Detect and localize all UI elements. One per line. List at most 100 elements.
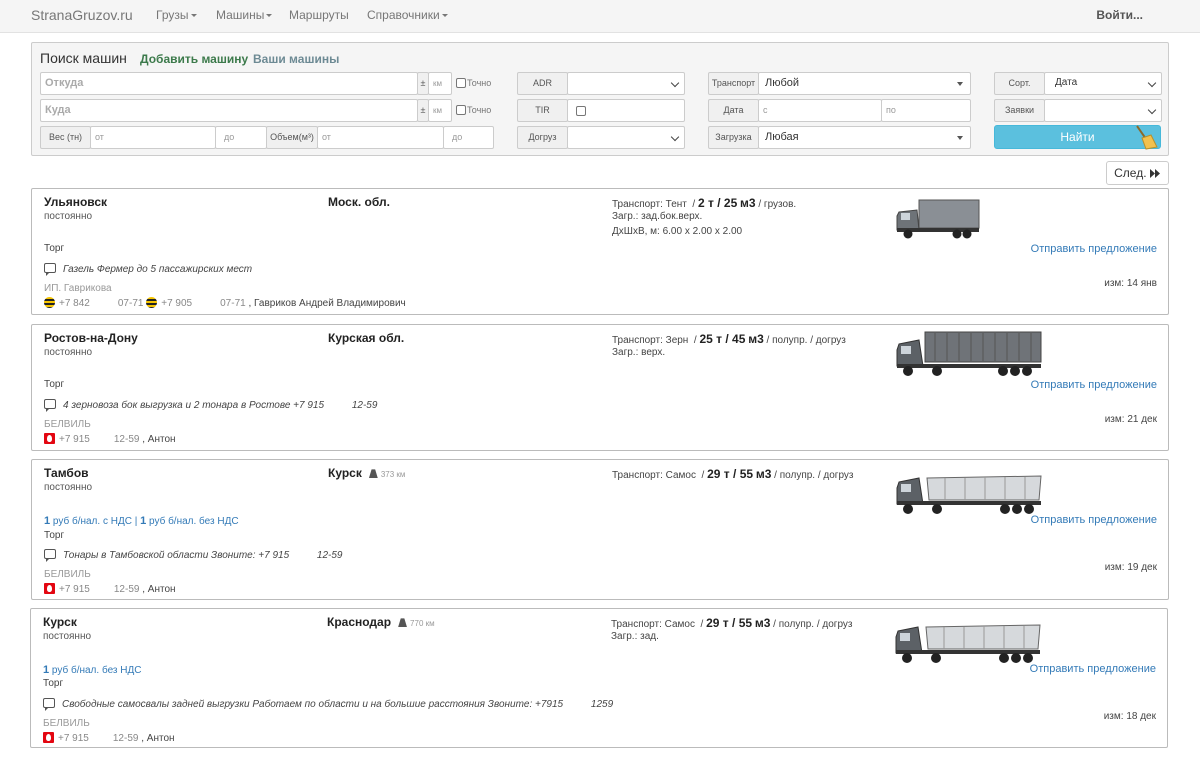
volume-to-input[interactable]: до (443, 126, 494, 149)
company-name[interactable]: БЕЛВИЛЬ (43, 718, 90, 729)
tir-checkbox[interactable] (576, 106, 586, 116)
chevron-down-icon (266, 14, 273, 18)
broom-clear-icon[interactable] (1134, 124, 1158, 150)
from-exact-checkbox[interactable]: Точно (453, 72, 494, 95)
brand-logo-link[interactable]: StranaGruzov.ru (31, 7, 133, 23)
sort-value: Дата (1055, 77, 1078, 88)
chevron-down-icon (441, 14, 448, 18)
comment-icon (44, 399, 56, 412)
chevron-down-icon (1147, 105, 1157, 115)
company-name[interactable]: БЕЛВИЛЬ (44, 419, 91, 430)
loading-value: Любая (765, 131, 799, 143)
send-offer-link[interactable]: Отправить предложение (1031, 243, 1157, 255)
contact-phones: +7 842 07-71 +7 905 07-71 , Гавриков Андре… (44, 297, 406, 309)
capacity-weight: 25 т (699, 332, 723, 346)
price-terms: руб б/нал. без НДС (49, 665, 142, 676)
loading-select[interactable]: Любая (758, 126, 971, 149)
origin-city: Ульяновск (44, 195, 108, 209)
price-info: 1 руб б/нал. с НДС | 1 руб б/нал. без НД… (44, 515, 239, 527)
nav-trucks-label: Машины (216, 8, 265, 22)
route-distance: 770 км (410, 619, 435, 628)
dump-truck-icon (896, 475, 1042, 514)
destination-name: Курск (328, 466, 362, 480)
tir-checkbox-field[interactable] (567, 99, 685, 122)
loading-type: Загр.: зад. (611, 631, 659, 642)
changed-date: изм: 21 дек (1104, 414, 1157, 425)
km-placeholder: км (433, 79, 442, 88)
search-panel: Поиск машин Добавить машину Ваши машины … (31, 42, 1169, 156)
dogruz-select[interactable] (567, 126, 685, 149)
price-negotiable: Торг (43, 678, 64, 689)
date-to-input[interactable]: по (881, 99, 971, 122)
loading-type: Загр.: верх. (612, 347, 666, 358)
send-offer-link[interactable]: Отправить предложение (1030, 663, 1156, 675)
to-input[interactable]: Куда (40, 99, 418, 122)
company-name[interactable]: ИП. Гаврикова (44, 283, 112, 294)
contact-phones: +7 915 12-59 , Антон (44, 583, 176, 595)
exact-checkbox-box[interactable] (456, 105, 466, 115)
nav-trucks[interactable]: Машины (216, 8, 273, 22)
phone-suffix: 12-59 (113, 584, 140, 595)
capacity-volume: 55 (738, 616, 753, 630)
road-icon (398, 618, 408, 628)
exact-label: Точно (467, 105, 492, 115)
exact-checkbox-box[interactable] (456, 78, 466, 88)
adr-select[interactable] (567, 72, 685, 95)
transport-info: Транспорт: Самос / 29 т / 55 м3 / полупр… (611, 616, 853, 630)
listing-note: 4 зерновоза бок выгрузка и 2 тонара в Ро… (44, 399, 378, 412)
to-exact-checkbox[interactable]: Точно (453, 99, 494, 122)
transport-info: Транспорт: Зерн / 25 т / 45 м3 / полупр.… (612, 332, 846, 346)
send-offer-link[interactable]: Отправить предложение (1031, 379, 1157, 391)
contact-phones: +7 915 12-59 , Антон (44, 433, 176, 445)
login-link[interactable]: Войти... (1096, 8, 1143, 22)
transport-select[interactable]: Любой (758, 72, 971, 95)
volume-from-input[interactable]: от (317, 126, 444, 149)
send-offer-link[interactable]: Отправить предложение (1031, 514, 1157, 526)
phone-number: +7 915 (59, 434, 90, 445)
to-radius-input[interactable]: км (428, 99, 452, 122)
next-page-button[interactable]: След. (1106, 161, 1169, 185)
sort-select[interactable]: Дата (1044, 72, 1162, 95)
contact-name: , Антон (142, 584, 176, 595)
weight-from-placeholder: от (95, 132, 104, 142)
top-navbar: StranaGruzov.ru Грузы Машины Маршруты Сп… (0, 0, 1200, 33)
note-text: Тонары в Тамбовской области Звоните: +7 … (63, 550, 343, 561)
transport-type: Транспорт: Зерн (612, 335, 689, 346)
transport-label: Транспорт (708, 72, 759, 95)
contact-name: , Антон (142, 434, 176, 445)
sort-label: Сорт. (994, 72, 1045, 95)
road-icon (368, 469, 378, 479)
comment-icon (43, 698, 55, 711)
dump-truck-icon (895, 624, 1041, 663)
company-name[interactable]: БЕЛВИЛЬ (44, 569, 91, 580)
grain-truck-icon (896, 331, 1042, 376)
note-text: 4 зерновоза бок выгрузка и 2 тонара в Ро… (63, 400, 378, 411)
contact-name: , Антон (141, 733, 175, 744)
comment-icon (44, 263, 56, 276)
my-trucks-link[interactable]: Ваши машины (253, 52, 339, 66)
truck-listing-card: Тамбов Курск 373 км постоянно Транспорт: … (31, 459, 1169, 600)
add-truck-link[interactable]: Добавить машину (140, 52, 248, 66)
weight-to-input[interactable]: до (215, 126, 267, 149)
caret-down-icon (957, 136, 963, 140)
from-input[interactable]: Откуда (40, 72, 418, 95)
fast-forward-icon (1149, 169, 1160, 178)
volume-unit: м3 (748, 332, 764, 346)
weight-label: Вес (тн) (40, 126, 91, 149)
date-from-input[interactable]: с (758, 99, 882, 122)
changed-date: изм: 14 янв (1104, 278, 1157, 289)
tir-label: TIR (517, 99, 568, 122)
phone-suffix: 07-71 (117, 298, 144, 309)
route-distance: 373 км (380, 470, 406, 479)
phone-number: +7 915 (59, 584, 90, 595)
truck-listing-card: Курск Краснодар 770 км постоянно Транспор… (30, 608, 1168, 748)
capacity-weight: 2 т (697, 196, 714, 210)
requests-select[interactable] (1044, 99, 1162, 122)
date-from-placeholder: с (763, 105, 768, 115)
nav-cargo[interactable]: Грузы (156, 8, 197, 22)
nav-references[interactable]: Справочники (367, 8, 448, 22)
origin-city: Ростов-на-Дону (44, 331, 138, 345)
nav-routes[interactable]: Маршруты (289, 8, 349, 22)
from-radius-input[interactable]: км (428, 72, 452, 95)
weight-from-input[interactable]: от (90, 126, 216, 149)
